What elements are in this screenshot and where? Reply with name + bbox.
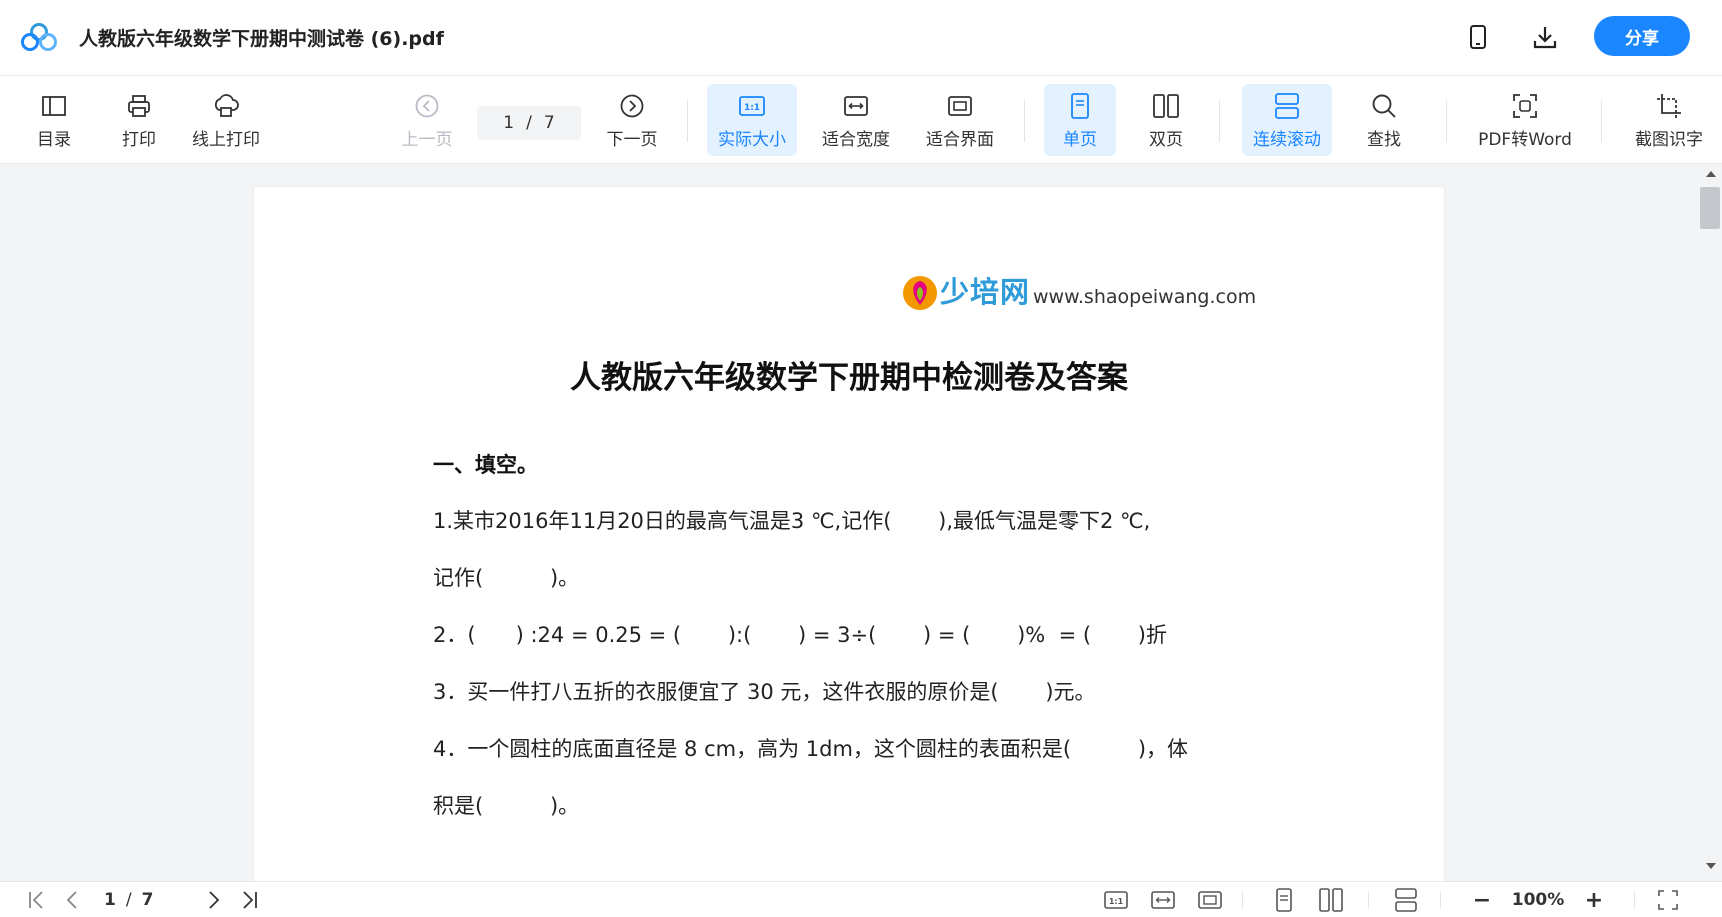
single-page-button[interactable]: 单页 [1044, 84, 1116, 156]
document-viewer[interactable]: 少培网 www.shaopeiwang.com 人教版六年级数学下册期中检测卷及… [0, 165, 1722, 881]
svg-text:1:1: 1:1 [744, 103, 760, 113]
arrow-right-circle-icon [617, 91, 647, 121]
status-divider [1634, 891, 1635, 909]
toc-icon [39, 91, 69, 121]
single-page-icon[interactable] [1270, 888, 1298, 912]
prev-page-button[interactable]: 上一页 [398, 84, 456, 156]
toc-button[interactable]: 目录 [34, 84, 74, 156]
fullscreen-icon[interactable] [1654, 888, 1682, 912]
printer-icon [124, 91, 154, 121]
svg-text:1:1: 1:1 [1109, 897, 1124, 906]
share-button[interactable]: 分享 [1594, 16, 1690, 56]
fit-screen-icon [945, 91, 975, 121]
download-icon[interactable] [1530, 22, 1560, 52]
actual-size-button[interactable]: 1:1 实际大小 [707, 84, 797, 156]
scroll-down-icon[interactable] [1705, 860, 1717, 872]
continuous-scroll-icon [1272, 91, 1302, 121]
actual-size-icon[interactable]: 1:1 [1102, 888, 1130, 912]
question-line: 记作( )。 [433, 566, 580, 590]
question-line: 积是( )。 [433, 794, 580, 818]
single-page-icon [1065, 91, 1095, 121]
double-page-icon [1151, 91, 1181, 121]
fit-screen-icon[interactable] [1196, 888, 1224, 912]
watermark-url: www.shaopeiwang.com [1033, 286, 1257, 308]
toolbar-divider [1601, 100, 1602, 142]
question-line: 3．买一件打八五折的衣服便宜了 30 元，这件衣服的原价是( )元。 [433, 680, 1096, 704]
status-bar: 1 / 7 1:1 − 100% + [0, 881, 1722, 917]
question-line: 2．( ) :24 = 0.25 = ( ):( ) = 3÷( ) = ( )… [433, 623, 1167, 647]
actual-size-icon: 1:1 [737, 91, 767, 121]
double-page-icon[interactable] [1316, 888, 1346, 912]
toolbar-divider [1024, 100, 1025, 142]
watermark: 少培网 www.shaopeiwang.com [902, 269, 1256, 311]
section-heading: 一、填空。 [433, 453, 538, 477]
online-print-button[interactable]: 线上打印 [188, 84, 264, 156]
pdf-page: 少培网 www.shaopeiwang.com 人教版六年级数学下册期中检测卷及… [254, 187, 1444, 881]
fit-width-icon [841, 91, 871, 121]
screenshot-ocr-button[interactable]: 截图识字 [1630, 84, 1708, 156]
fit-width-button[interactable]: 适合宽度 [818, 84, 894, 156]
continuous-scroll-button[interactable]: 连续滚动 [1242, 84, 1332, 156]
status-divider [1368, 891, 1369, 909]
pdf-viewer-app: 人教版六年级数学下册期中测试卷 (6).pdf 分享 目录 打印 线上打印 上一… [0, 0, 1722, 917]
question-line: 4．一个圆柱的底面直径是 8 cm，高为 1dm，这个圆柱的表面积是( )，体 [433, 737, 1189, 761]
zoom-out-button[interactable]: − [1468, 888, 1496, 913]
title-bar: 人教版六年级数学下册期中测试卷 (6).pdf 分享 [0, 0, 1722, 76]
fit-width-icon[interactable] [1149, 888, 1177, 912]
shaopeiwang-logo-icon [903, 276, 937, 310]
next-page-button[interactable]: 下一页 [603, 84, 661, 156]
document-title: 人教版六年级数学下册期中测试卷 (6).pdf [79, 28, 444, 50]
continuous-scroll-icon[interactable] [1392, 888, 1420, 912]
paper-title: 人教版六年级数学下册期中检测卷及答案 [570, 360, 1128, 396]
page-number-input[interactable]: 1 / 7 [477, 106, 581, 140]
print-button[interactable]: 打印 [119, 84, 159, 156]
mobile-icon[interactable] [1463, 22, 1493, 52]
status-divider [1440, 891, 1441, 909]
next-page-icon[interactable] [200, 888, 226, 912]
last-page-icon[interactable] [236, 888, 262, 912]
toolbar-divider [687, 100, 688, 142]
status-divider [1242, 891, 1243, 909]
scrollbar-thumb[interactable] [1700, 187, 1720, 229]
prev-page-icon[interactable] [60, 888, 86, 912]
page-indicator[interactable]: 1 / 7 [104, 888, 184, 912]
vertical-scrollbar[interactable] [1700, 165, 1722, 881]
toolbar: 目录 打印 线上打印 上一页 1 / 7 下一页 1:1 实际大小 适合宽度 适… [0, 76, 1722, 164]
app-logo-icon [21, 23, 57, 51]
cloud-print-icon [211, 91, 241, 121]
first-page-icon[interactable] [24, 888, 50, 912]
crop-icon [1654, 91, 1684, 121]
arrow-left-circle-icon [412, 91, 442, 121]
find-button[interactable]: 查找 [1362, 84, 1406, 156]
toolbar-divider [1446, 100, 1447, 142]
zoom-in-button[interactable]: + [1580, 888, 1608, 913]
zoom-level[interactable]: 100% [1506, 888, 1570, 912]
search-icon [1369, 91, 1399, 121]
convert-icon [1510, 91, 1540, 121]
toolbar-divider [1219, 100, 1220, 142]
double-page-button[interactable]: 双页 [1130, 84, 1202, 156]
pdf-to-word-button[interactable]: PDF转Word [1477, 84, 1573, 156]
question-line: 1.某市2016年11月20日的最高气温是3 ℃,记作( ),最低气温是零下2 … [433, 509, 1151, 533]
fit-screen-button[interactable]: 适合界面 [922, 84, 998, 156]
watermark-brand: 少培网 [940, 275, 1031, 309]
scroll-up-icon[interactable] [1705, 168, 1717, 180]
